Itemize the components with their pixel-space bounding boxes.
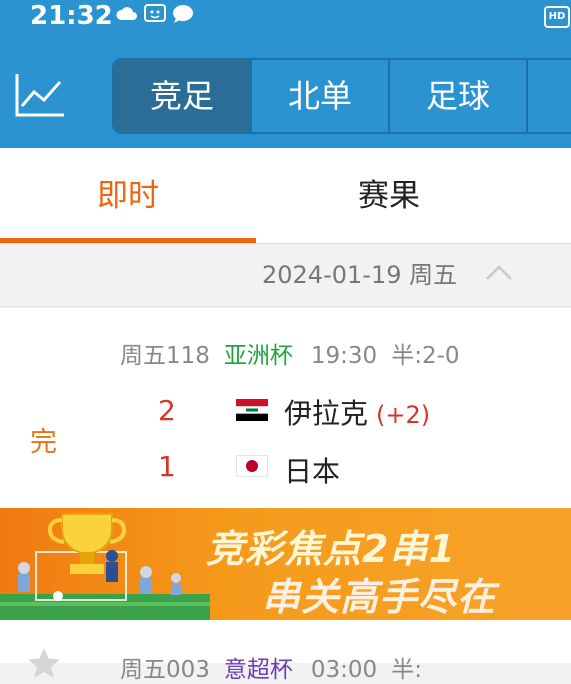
next-match-code: 周五003	[120, 657, 210, 683]
half-time-score: 半:2-0	[391, 343, 460, 369]
date-row[interactable]: 2024-01-19 周五	[0, 244, 571, 307]
league-name[interactable]: 亚洲杯	[224, 343, 293, 369]
chat-bubble-icon	[172, 4, 194, 24]
home-team: 伊拉克 (+2)	[284, 392, 430, 432]
home-score: 2	[158, 394, 176, 427]
away-team-name: 日本	[284, 455, 341, 488]
home-team-name: 伊拉克	[284, 397, 369, 430]
message-face-icon	[144, 4, 166, 24]
tab-jing-partial[interactable]: 竞	[528, 60, 571, 132]
match-meta: 周五118 亚洲杯 19:30 半:2-0	[120, 336, 460, 370]
match-card[interactable]: 周五118 亚洲杯 19:30 半:2-0 完 2 1 伊拉克 (+2) 日本	[0, 308, 571, 508]
chevron-up-icon[interactable]	[484, 262, 514, 282]
date-label: 2024-01-19 周五	[262, 261, 458, 289]
top-header: 21:32 HD 竞足 北单 足球 竞	[0, 0, 571, 148]
sub-tabs: 即时 赛果	[0, 148, 571, 244]
next-half-score: 半:	[391, 657, 422, 683]
next-kickoff-time: 03:00	[310, 657, 378, 683]
hd-badge: HD	[544, 6, 570, 28]
trend-chart-icon[interactable]	[14, 72, 66, 118]
trophy-soccer-icon	[0, 508, 210, 620]
match-status: 完	[30, 427, 57, 458]
star-icon[interactable]	[26, 646, 62, 680]
away-score: 1	[158, 450, 176, 483]
next-league-name[interactable]: 意超杯	[224, 657, 293, 683]
status-bar: 21:32 HD	[0, 0, 571, 34]
status-time: 21:32	[30, 1, 113, 31]
kickoff-time: 19:30	[310, 343, 378, 369]
cloud-icon	[116, 4, 138, 24]
iraq-flag-icon	[236, 399, 268, 421]
japan-flag-icon	[236, 455, 268, 477]
tab-football[interactable]: 足球	[390, 60, 528, 132]
next-match-meta: 周五003 意超杯 03:00 半:	[120, 650, 422, 684]
tab-results[interactable]: 赛果	[256, 148, 522, 244]
banner-line-2: 串关高手尽在	[262, 575, 497, 619]
status-icons	[116, 4, 194, 24]
next-match-card[interactable]: 周五003 意超杯 03:00 半:	[0, 620, 571, 683]
lottery-tabs: 竞足 北单 足球 竞	[112, 58, 571, 134]
banner-line-1: 竞彩焦点2串1	[206, 527, 456, 571]
match-code: 周五118	[120, 343, 210, 369]
promo-banner[interactable]: 竞彩焦点2串1 串关高手尽在	[0, 508, 571, 620]
tab-jingzu[interactable]: 竞足	[114, 60, 252, 132]
tab-beidan[interactable]: 北单	[252, 60, 390, 132]
tab-live[interactable]: 即时	[0, 148, 256, 244]
handicap: (+2)	[376, 401, 431, 429]
